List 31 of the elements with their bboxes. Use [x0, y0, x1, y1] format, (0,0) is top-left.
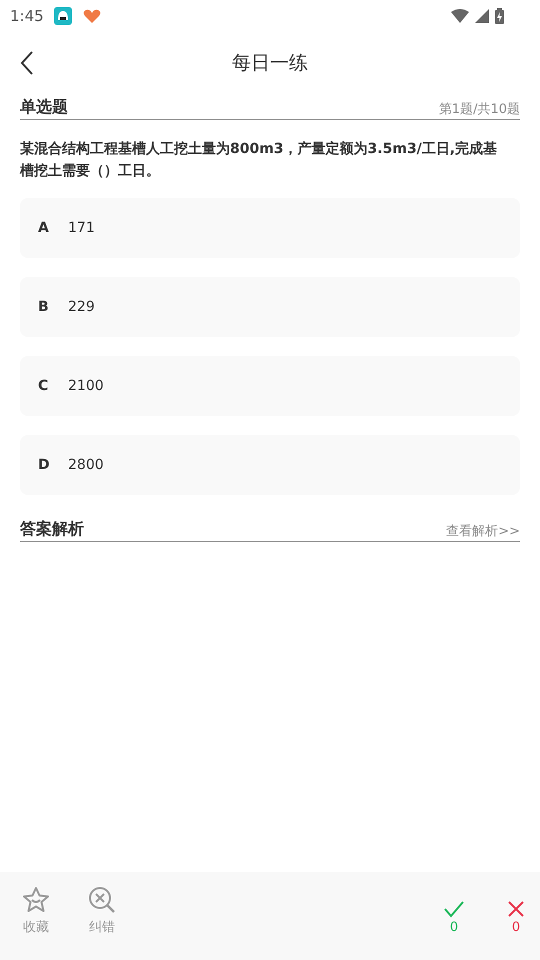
option-text: 2100 — [68, 378, 104, 394]
battery-icon — [495, 8, 504, 24]
option-letter: D — [38, 457, 51, 473]
question-counter: 第1题/共10题 — [438, 101, 520, 118]
page-title: 每日一练 — [232, 51, 308, 76]
status-time: 1:45 — [10, 7, 44, 25]
option-text: 171 — [68, 220, 95, 236]
option-card[interactable]: C 2100 — [20, 356, 520, 416]
option-letter: A — [38, 220, 50, 236]
option-letter: B — [38, 299, 50, 315]
correct-count: 0 — [450, 920, 458, 935]
wifi-icon — [451, 9, 469, 23]
wrong-count: 0 — [512, 920, 520, 935]
signal-icon — [475, 9, 489, 23]
option-text: 2800 — [68, 457, 104, 473]
back-button[interactable] — [20, 51, 34, 75]
option-card[interactable]: A 171 — [20, 198, 520, 258]
option-card[interactable]: D 2800 — [20, 435, 520, 495]
option-card[interactable]: B 229 — [20, 277, 520, 337]
magnifier-x-icon — [88, 886, 116, 914]
check-icon — [443, 900, 465, 918]
back-icon — [20, 51, 34, 75]
option-text: 229 — [68, 299, 95, 315]
heart-icon — [82, 7, 102, 25]
app-icon — [54, 7, 72, 25]
cross-icon — [507, 900, 525, 918]
question-type: 单选题 — [20, 97, 68, 118]
question-text: 某混合结构工程基槽人工挖土量为800m3，产量定额为3.5m3/工日,完成基槽挖土需要（）工日。 — [20, 140, 498, 181]
star-icon — [22, 886, 50, 914]
option-letter: C — [38, 378, 50, 394]
analysis-title: 答案解析 — [20, 519, 84, 540]
